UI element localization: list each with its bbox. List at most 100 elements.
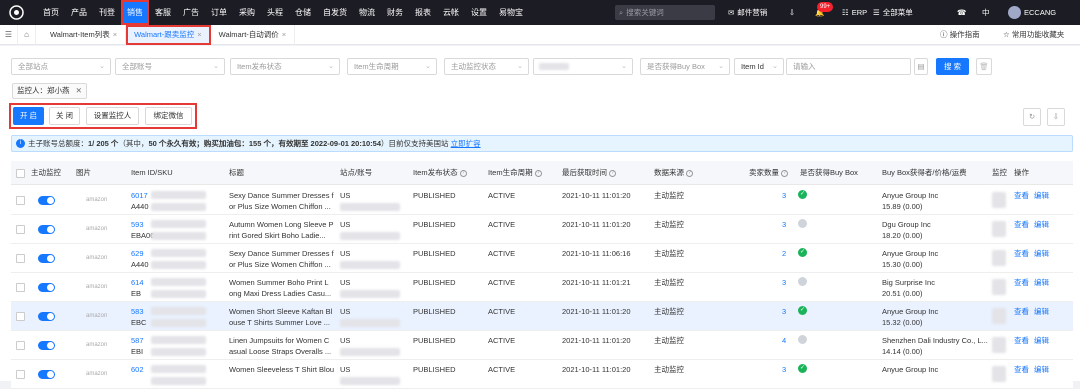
nav-item[interactable]: 广告	[177, 0, 205, 25]
help-icon[interactable]: ?	[534, 169, 542, 177]
row-checkbox[interactable]	[16, 312, 25, 321]
close-icon[interactable]: ✕	[76, 86, 82, 95]
item-id-type-select[interactable]: Item Id ⌄	[734, 58, 784, 75]
mail-marketing-link[interactable]: ✉ 邮件营销	[728, 0, 767, 25]
close-icon[interactable]: ×	[197, 30, 201, 39]
monitor-toggle[interactable]	[38, 370, 55, 379]
row-checkbox[interactable]	[16, 254, 25, 263]
item-id[interactable]: 614	[131, 278, 144, 288]
search-button[interactable]: 搜 索	[936, 58, 969, 75]
help-icon[interactable]: ?	[459, 169, 467, 177]
account-select[interactable]: 全部账号 ⌄	[115, 58, 225, 75]
blurred-select[interactable]: ⌄	[533, 58, 633, 75]
set-monitor-person-button[interactable]: 设置监控人	[86, 107, 139, 125]
seller-count[interactable]: 2	[782, 249, 786, 259]
edit-link[interactable]: 编辑	[1034, 191, 1049, 201]
tab-item[interactable]: Walmart-跟卖监控 ×	[126, 24, 211, 45]
user-menu[interactable]: ECCANG	[1008, 0, 1056, 25]
seller-count[interactable]: 3	[782, 220, 786, 230]
item-id[interactable]: 593	[131, 220, 144, 230]
edit-link[interactable]: 编辑	[1034, 307, 1049, 317]
item-id[interactable]: 6017	[131, 191, 148, 201]
close-icon[interactable]: ×	[282, 30, 286, 39]
batch-input-icon[interactable]: ▤	[914, 58, 928, 75]
nav-item[interactable]: 客服	[149, 0, 177, 25]
seller-count[interactable]: 3	[782, 191, 786, 201]
home-icon[interactable]: ⌂	[18, 24, 36, 45]
monitor-toggle[interactable]	[38, 341, 55, 350]
nav-item[interactable]: 财务	[381, 0, 409, 25]
item-id[interactable]: 587	[131, 336, 144, 346]
nav-item[interactable]: 刊登	[93, 0, 121, 25]
help-icon[interactable]: ?	[781, 169, 788, 177]
tab-item[interactable]: Walmart-Item列表 ×	[42, 24, 127, 45]
help-icon[interactable]: ?	[609, 169, 616, 177]
global-search-input[interactable]: ⌕ 搜索关键词	[615, 5, 715, 20]
export-icon[interactable]: ⇩	[1047, 108, 1065, 126]
site-select[interactable]: 全部站点 ⌄	[11, 58, 111, 75]
nav-item[interactable]: 采购	[233, 0, 261, 25]
view-link[interactable]: 查看	[1014, 307, 1029, 317]
nav-item[interactable]: 订单	[205, 0, 233, 25]
nav-item[interactable]: 首页	[37, 0, 65, 25]
help-icon[interactable]: ?	[686, 169, 693, 177]
seller-count[interactable]: 3	[782, 278, 786, 288]
item-id-input[interactable]: 请输入	[786, 58, 911, 75]
seller-count[interactable]: 3	[782, 307, 786, 317]
item-id[interactable]: 583	[131, 307, 144, 317]
monitor-toggle[interactable]	[38, 283, 55, 292]
expand-quota-link[interactable]: 立即扩容	[451, 139, 481, 148]
view-link[interactable]: 查看	[1014, 220, 1029, 230]
row-checkbox[interactable]	[16, 341, 25, 350]
trash-icon[interactable]: 🗑	[976, 58, 992, 75]
view-link[interactable]: 查看	[1014, 365, 1029, 375]
nav-item[interactable]: 头程	[261, 0, 289, 25]
seller-count[interactable]: 3	[782, 365, 786, 375]
buybox-select[interactable]: 是否获得Buy Box ⌄	[640, 58, 730, 75]
erp-switch[interactable]: ☷ ERP	[842, 0, 867, 25]
row-checkbox[interactable]	[16, 225, 25, 234]
row-checkbox[interactable]	[16, 196, 25, 205]
edit-link[interactable]: 编辑	[1034, 249, 1049, 259]
nav-item[interactable]: 报表	[409, 0, 437, 25]
lifecycle-select[interactable]: Item生命周期 ⌄	[347, 58, 437, 75]
language-switch[interactable]: 中	[982, 0, 990, 25]
nav-item[interactable]: 产品	[65, 0, 93, 25]
monitor-status-select[interactable]: 主动监控状态 ⌄	[444, 58, 529, 75]
nav-item[interactable]: 销售	[121, 0, 149, 25]
edit-link[interactable]: 编辑	[1034, 278, 1049, 288]
bind-wechat-button[interactable]: 绑定微信	[145, 107, 192, 125]
enable-monitor-button[interactable]: 开 启	[13, 107, 44, 125]
row-checkbox[interactable]	[16, 283, 25, 292]
refresh-icon[interactable]: ↻	[1023, 108, 1041, 126]
view-link[interactable]: 查看	[1014, 336, 1029, 346]
all-menu-button[interactable]: ☰ 全部菜单	[873, 0, 913, 25]
download-icon[interactable]: ⇩	[789, 0, 795, 25]
headset-icon[interactable]: ☎	[957, 0, 966, 25]
publish-status-select[interactable]: Item发布状态 ⌄	[230, 58, 340, 75]
logo-icon[interactable]	[5, 4, 27, 21]
nav-item[interactable]: 自发货	[317, 0, 353, 25]
menu-toggle-icon[interactable]: ☰	[0, 24, 18, 45]
favorites-link[interactable]: ☆ 常用功能收藏夹	[1003, 25, 1064, 45]
seller-count[interactable]: 4	[782, 336, 786, 346]
nav-item[interactable]: 易物宝	[493, 0, 529, 25]
view-link[interactable]: 查看	[1014, 191, 1029, 201]
monitor-toggle[interactable]	[38, 196, 55, 205]
nav-item[interactable]: 设置	[465, 0, 493, 25]
monitor-toggle[interactable]	[38, 225, 55, 234]
close-icon[interactable]: ×	[113, 30, 117, 39]
monitor-toggle[interactable]	[38, 254, 55, 263]
select-all-checkbox[interactable]	[16, 169, 25, 178]
nav-item[interactable]: 物流	[353, 0, 381, 25]
row-checkbox[interactable]	[16, 370, 25, 379]
view-link[interactable]: 查看	[1014, 278, 1029, 288]
edit-link[interactable]: 编辑	[1034, 220, 1049, 230]
nav-item[interactable]: 仓储	[289, 0, 317, 25]
monitor-toggle[interactable]	[38, 312, 55, 321]
nav-item[interactable]: 云帐	[437, 0, 465, 25]
edit-link[interactable]: 编辑	[1034, 365, 1049, 375]
edit-link[interactable]: 编辑	[1034, 336, 1049, 346]
operation-guide-link[interactable]: ⓘ 操作指南	[940, 25, 980, 45]
disable-monitor-button[interactable]: 关 闭	[49, 107, 80, 125]
